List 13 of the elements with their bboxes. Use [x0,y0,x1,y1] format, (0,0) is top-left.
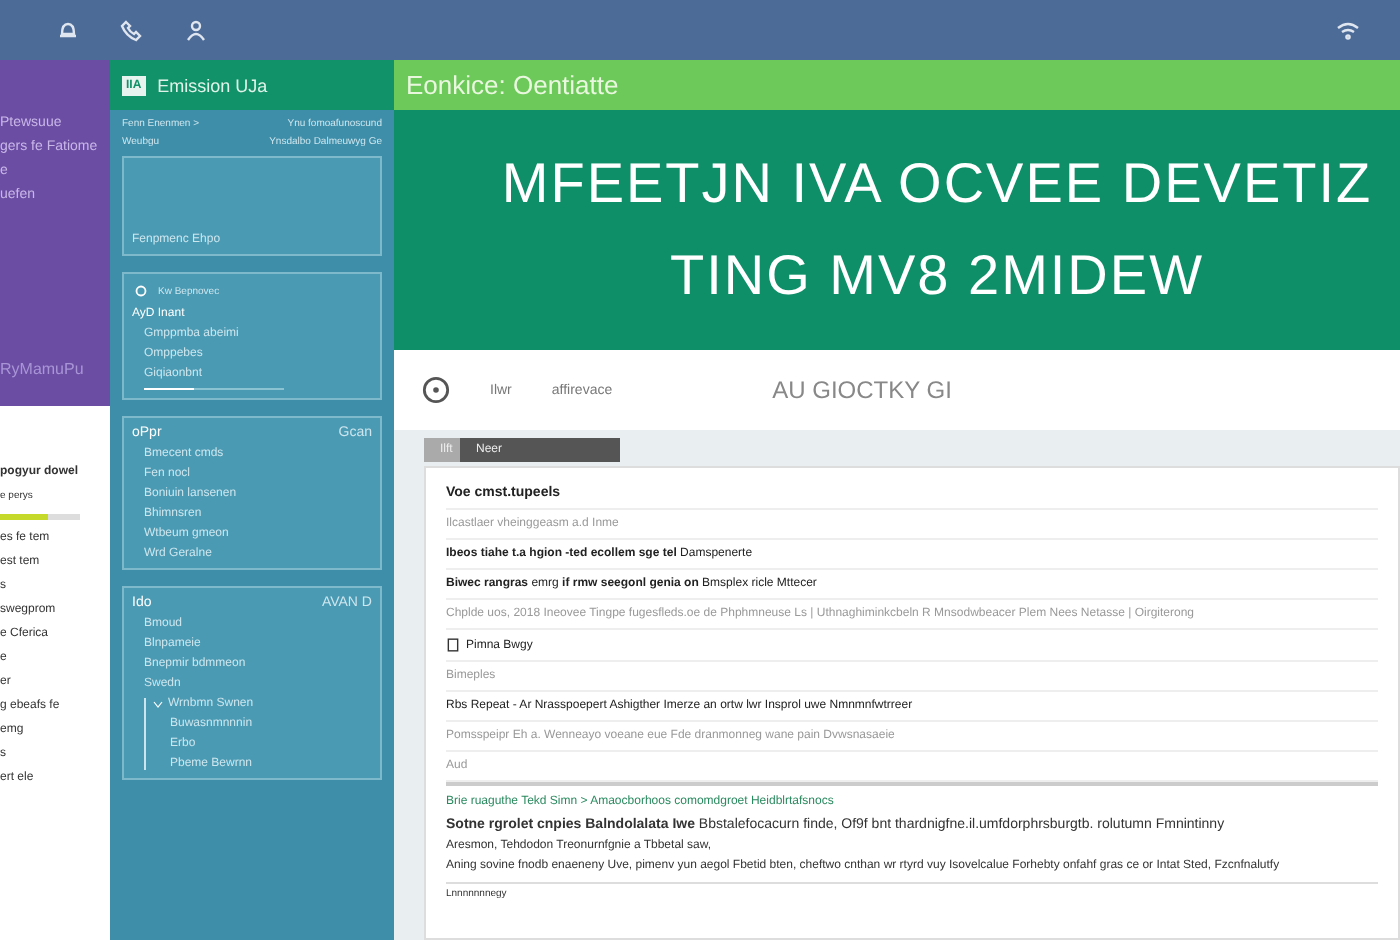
caret-icon[interactable] [152,698,164,710]
sidebar-footer: RyMamuPu [0,360,110,406]
wifi-icon[interactable] [1336,18,1360,42]
bell-icon[interactable] [56,18,80,42]
hero-headline: MFEETJN IVA OCVEE DEVETIZ [501,152,1373,216]
document-icon [446,638,460,652]
panel-title: Emission UJa [157,75,268,95]
toolbar-caption: AU GIOCTKY GI [772,376,952,404]
circle-icon[interactable] [422,376,450,404]
banner-title: Eonkice: Oentiatte [406,70,619,100]
person-icon[interactable] [184,18,208,42]
hero-headline: TING MV8 2MIDEW [669,244,1204,308]
phone-icon[interactable] [120,18,144,42]
